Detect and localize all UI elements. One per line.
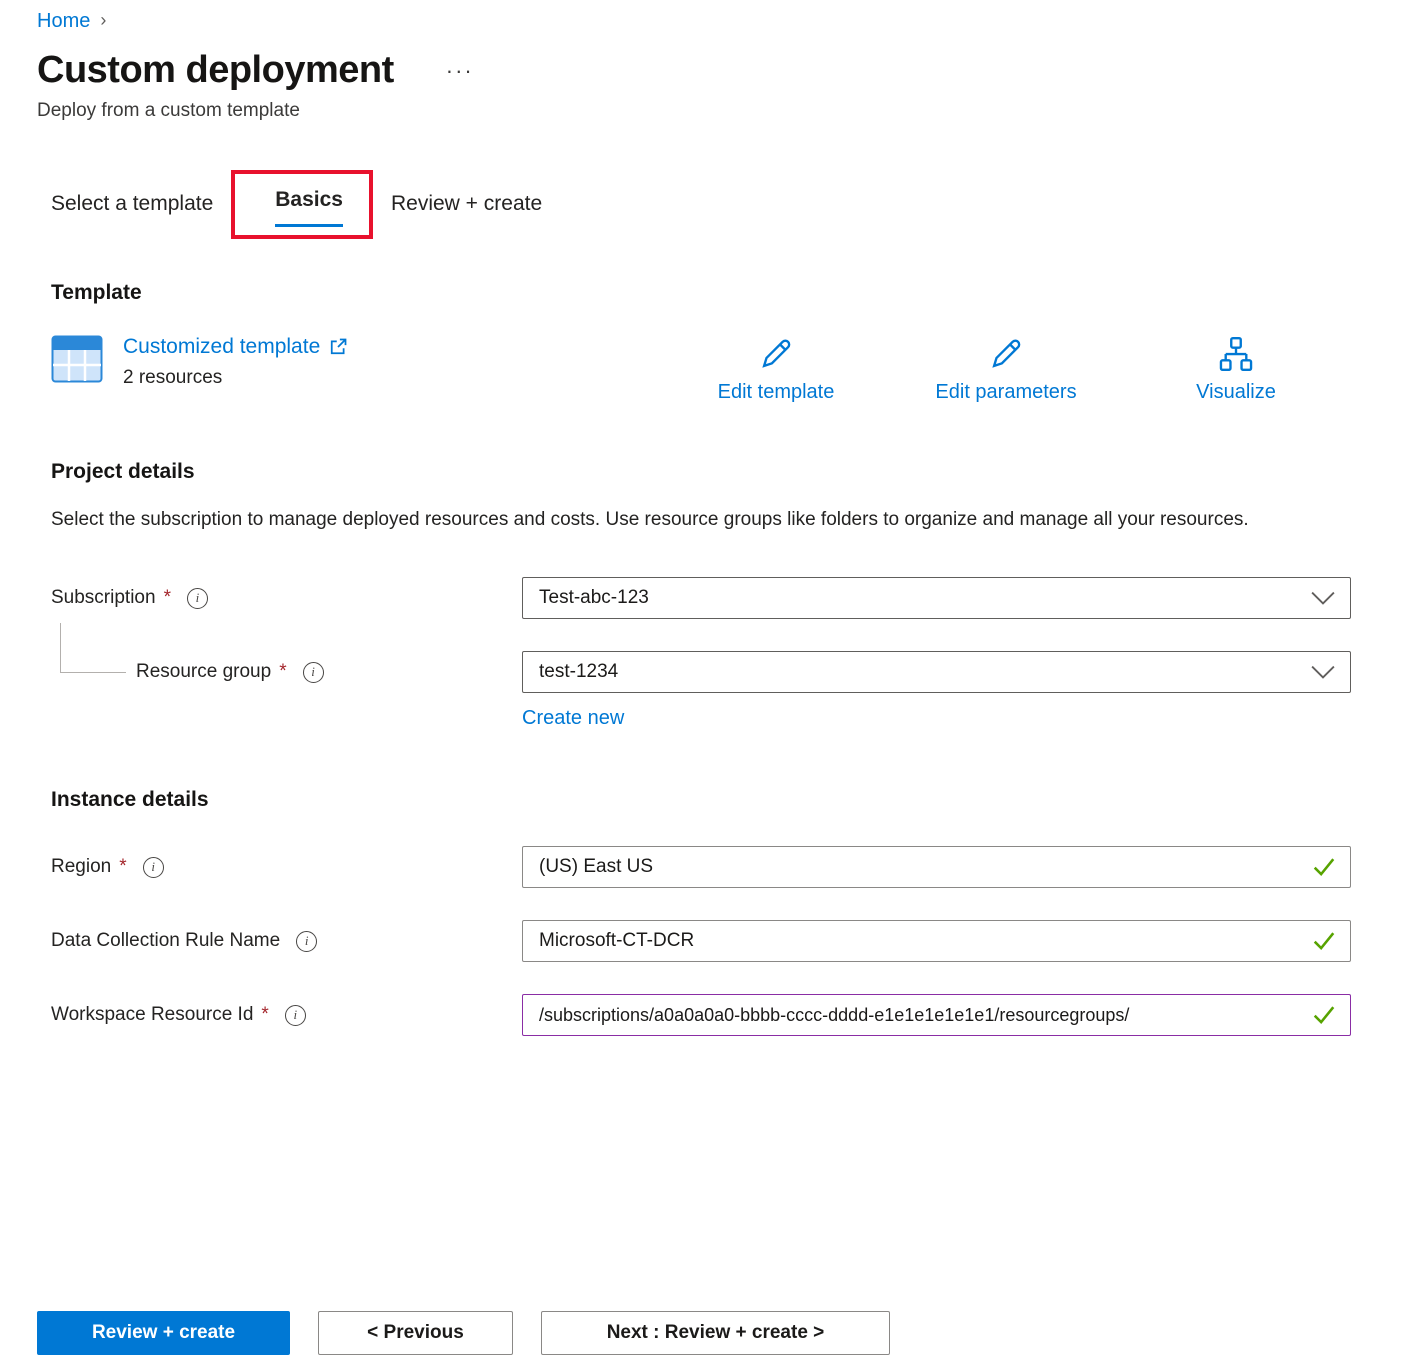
workspace-id-input[interactable]: /subscriptions/a0a0a0a0-bbbb-cccc-dddd-e… [522, 994, 1351, 1037]
edit-template-label: Edit template [717, 381, 835, 403]
subscription-field-row: Subscription * i Test-abc-123 [51, 577, 1351, 620]
template-summary: Customized template 2 resources [51, 335, 661, 389]
resource-group-dropdown[interactable]: test-1234 [522, 651, 1351, 694]
dcr-name-label-text: Data Collection Rule Name [51, 930, 281, 952]
wizard-footer: Review + create < Previous Next : Review… [37, 1271, 1351, 1355]
workspace-id-label: Workspace Resource Id * i [51, 1004, 522, 1026]
subscription-label: Subscription * i [51, 587, 522, 609]
info-icon[interactable]: i [186, 587, 208, 609]
template-section-heading: Template [51, 281, 142, 304]
edit-parameters-label: Edit parameters [935, 381, 1077, 403]
subscription-dropdown[interactable]: Test-abc-123 [522, 577, 1351, 620]
basics-tab-content: Template Customized template 2 resources… [37, 239, 1351, 1037]
edit-template-button[interactable]: Edit template [661, 335, 891, 404]
region-input[interactable]: (US) East US [522, 846, 1351, 889]
subscription-label-text: Subscription [51, 587, 156, 609]
tab-bar: Select a template Basics Review + create [37, 170, 1351, 239]
dcr-name-label: Data Collection Rule Name i [51, 930, 522, 952]
breadcrumb: Home › [37, 10, 1351, 33]
template-row: Customized template 2 resources Edit tem… [51, 335, 1351, 404]
review-create-button[interactable]: Review + create [37, 1311, 290, 1355]
tab-basics[interactable]: Basics [275, 184, 343, 227]
project-details-fields: Subscription * i Test-abc-123 Resource gr… [51, 577, 1351, 730]
workspace-id-field-row: Workspace Resource Id * i /subscriptions/… [51, 994, 1351, 1037]
next-review-create-button[interactable]: Next : Review + create > [541, 1311, 890, 1355]
valid-check-icon [1313, 932, 1335, 951]
instance-details-heading: Instance details [51, 788, 209, 812]
info-icon[interactable]: i [302, 661, 324, 683]
template-info: Customized template 2 resources [123, 335, 348, 389]
instance-details-fields: Region * i (US) East US Data Collection R… [51, 846, 1351, 1037]
info-icon[interactable]: i [284, 1004, 306, 1026]
region-field-row: Region * i (US) East US [51, 846, 1351, 889]
template-resource-count: 2 resources [123, 367, 223, 388]
pencil-icon [992, 339, 1021, 368]
chevron-down-icon [1311, 666, 1335, 680]
template-icon [51, 335, 103, 383]
tab-select-a-template[interactable]: Select a template [51, 178, 213, 231]
info-icon[interactable]: i [142, 856, 164, 878]
page-title: Custom deployment [37, 49, 394, 91]
region-value: (US) East US [539, 856, 654, 878]
dcr-name-field-row: Data Collection Rule Name i Microsoft-CT… [51, 920, 1351, 963]
region-label-text: Region [51, 856, 112, 878]
workspace-id-label-text: Workspace Resource Id [51, 1004, 254, 1026]
region-label: Region * i [51, 856, 522, 878]
previous-button[interactable]: < Previous [318, 1311, 513, 1355]
hierarchy-icon [1219, 336, 1253, 372]
visualize-label: Visualize [1196, 381, 1276, 403]
create-new-link[interactable]: Create new [522, 707, 624, 730]
tab-label: Basics [275, 188, 343, 227]
required-asterisk: * [261, 1004, 269, 1026]
chevron-right-icon: › [100, 10, 107, 30]
workspace-id-value: /subscriptions/a0a0a0a0-bbbb-cccc-dddd-e… [539, 1004, 1130, 1025]
project-details-description: Select the subscription to manage deploy… [51, 509, 1249, 530]
dcr-name-value: Microsoft-CT-DCR [539, 930, 695, 952]
required-asterisk: * [163, 587, 171, 609]
resource-group-connector-line [60, 623, 126, 674]
page-header: Custom deployment ··· [37, 49, 1351, 92]
create-new-row: Create new [51, 707, 1351, 730]
valid-check-icon [1313, 858, 1335, 877]
resource-group-field-row: Resource group * i test-1234 [51, 651, 1351, 694]
resource-group-label-text: Resource group [136, 661, 272, 683]
breadcrumb-home-link[interactable]: Home [37, 10, 90, 33]
pencil-icon [762, 339, 791, 368]
ellipsis-menu-icon[interactable]: ··· [442, 56, 478, 86]
required-asterisk: * [119, 856, 127, 878]
dcr-name-input[interactable]: Microsoft-CT-DCR [522, 920, 1351, 963]
custom-deployment-page: Home › Custom deployment ··· Deploy from… [0, 0, 1405, 1371]
tab-label: Select a template [51, 192, 214, 215]
resource-group-value: test-1234 [539, 661, 619, 683]
tab-review-create[interactable]: Review + create [391, 178, 542, 231]
external-link-icon [331, 338, 347, 355]
tab-label: Review + create [390, 192, 543, 215]
tab-highlight-box: Basics [231, 170, 373, 239]
visualize-button[interactable]: Visualize [1121, 335, 1351, 404]
project-details-heading: Project details [51, 460, 195, 483]
edit-parameters-button[interactable]: Edit parameters [891, 335, 1121, 404]
subscription-value: Test-abc-123 [539, 587, 649, 609]
customized-template-link[interactable]: Customized template [123, 335, 320, 359]
page-subtitle: Deploy from a custom template [37, 100, 300, 121]
info-icon[interactable]: i [296, 930, 318, 952]
valid-check-icon [1313, 1006, 1335, 1025]
chevron-down-icon [1311, 592, 1335, 606]
required-asterisk: * [279, 661, 287, 683]
